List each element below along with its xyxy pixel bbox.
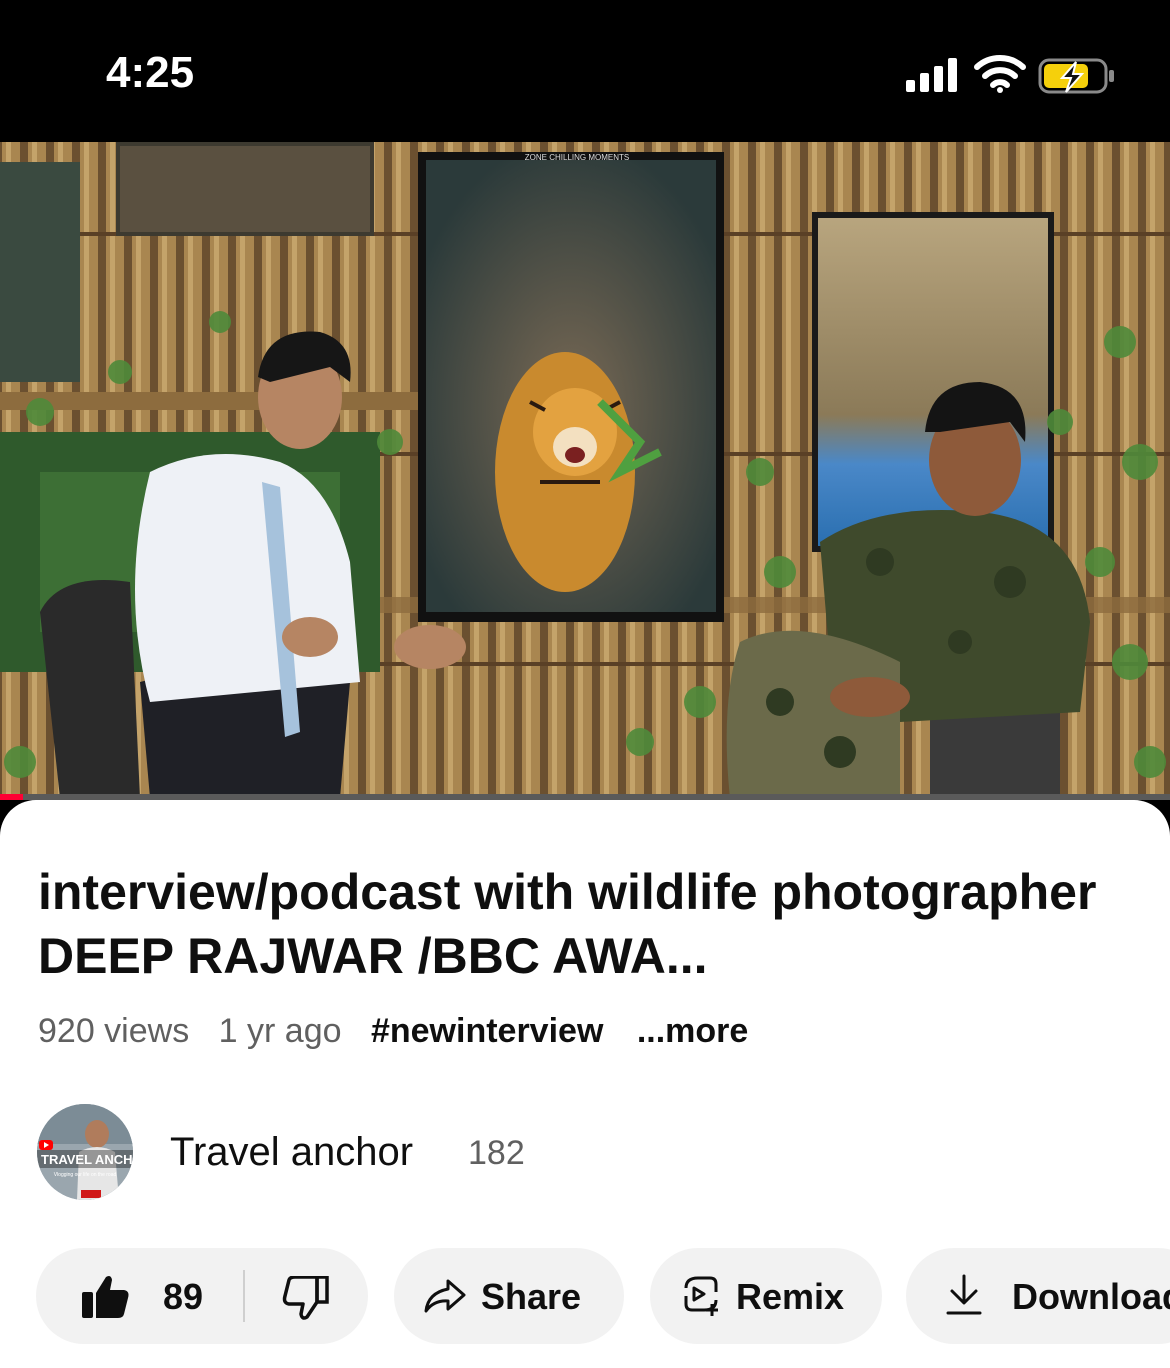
share-button[interactable]: Share (394, 1248, 624, 1344)
video-player[interactable]: ZONE CHILLING MOMENTS (0, 142, 1170, 798)
cellular-signal-icon (906, 58, 957, 92)
more-link[interactable]: ...more (637, 1012, 748, 1050)
channel-name[interactable]: Travel anchor (170, 1130, 413, 1175)
remix-icon (684, 1276, 718, 1316)
thumbs-up-icon[interactable] (82, 1274, 130, 1318)
avatar-subtext: Vlogging our life on the road (54, 1172, 117, 1178)
download-button[interactable]: Download (906, 1248, 1170, 1344)
subscriber-count: 182 (468, 1134, 525, 1172)
like-count[interactable]: 89 (163, 1276, 203, 1318)
status-time: 4:25 (106, 48, 195, 97)
upload-age: 1 yr ago (218, 1012, 342, 1050)
channel-avatar-image: TRAVEL ANCH Vlogging our life on the roa… (37, 1104, 133, 1200)
share-icon (424, 1279, 466, 1313)
channel-avatar[interactable]: TRAVEL ANCH Vlogging our life on the roa… (37, 1104, 133, 1200)
status-bar: 4:25 (0, 0, 1170, 142)
hashtag-link[interactable]: #newinterview (371, 1012, 603, 1050)
poster-caption: ZONE CHILLING MOMENTS (525, 153, 629, 162)
like-dislike-pill: 89 (36, 1248, 368, 1344)
wifi-icon (974, 55, 1026, 93)
video-meta-row[interactable]: 920 views 1 yr ago #newinterview ...more (38, 1012, 768, 1051)
view-count: 920 views (38, 1012, 190, 1050)
remix-button[interactable]: Remix (650, 1248, 882, 1344)
download-icon (946, 1274, 982, 1315)
thumbs-down-icon[interactable] (281, 1276, 329, 1320)
share-label: Share (481, 1276, 582, 1317)
battery-charging-icon (1038, 58, 1114, 94)
avatar-text: TRAVEL ANCH (41, 1152, 132, 1167)
video-progress-fill (0, 794, 24, 800)
remix-label: Remix (736, 1276, 845, 1317)
download-label: Download (1012, 1276, 1170, 1317)
video-frame: ZONE CHILLING MOMENTS (0, 142, 1170, 798)
like-divider (243, 1270, 245, 1322)
video-title[interactable]: interview/podcast with wildlife photogra… (38, 860, 1128, 988)
